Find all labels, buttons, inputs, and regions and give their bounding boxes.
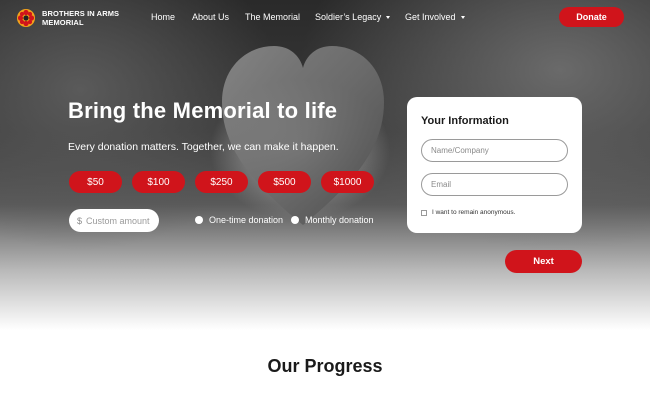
nav-memorial-label: The Memorial: [245, 12, 301, 22]
monthly-donation-label: Monthly donation: [305, 215, 374, 225]
email-input[interactable]: [431, 180, 561, 189]
currency-symbol: $: [77, 215, 83, 226]
information-card: Your Information I want to remain anonym…: [407, 97, 582, 233]
nav-soldiers-legacy[interactable]: Soldier’s Legacy: [315, 12, 391, 22]
amount-button-100[interactable]: $100: [132, 171, 185, 193]
one-time-donation-label: One-time donation: [209, 215, 284, 225]
checkbox-icon[interactable]: [421, 209, 427, 216]
donate-button[interactable]: Donate: [559, 7, 624, 27]
nav-home-label: Home: [151, 12, 176, 22]
amount-button-250[interactable]: $250: [195, 171, 248, 193]
heart-image: [222, 46, 384, 225]
name-company-input[interactable]: [431, 146, 561, 155]
hero-headline: Bring the Memorial to life: [68, 98, 338, 123]
card-title: Your Information: [421, 115, 509, 127]
next-button[interactable]: Next: [505, 250, 582, 273]
brand-name: BROTHERS IN ARMS MEMORIAL: [42, 9, 122, 27]
nav-home[interactable]: Home: [151, 12, 175, 22]
brand-logo[interactable]: BROTHERS IN ARMS MEMORIAL: [16, 8, 122, 28]
chevron-down-icon: [460, 15, 465, 19]
hero-subline: Every donation matters. Together, we can…: [68, 141, 339, 153]
amount-button-500[interactable]: $500: [258, 171, 311, 193]
custom-amount-field[interactable]: $: [69, 209, 159, 232]
poppy-icon: [17, 9, 35, 27]
nav-the-memorial[interactable]: The Memorial: [245, 12, 300, 22]
email-field[interactable]: [421, 173, 568, 196]
progress-heading: Our Progress: [267, 356, 383, 376]
custom-amount-input[interactable]: [86, 215, 157, 226]
chevron-down-icon: [386, 15, 391, 19]
nav-legacy-label: Soldier’s Legacy: [315, 12, 382, 22]
monthly-donation-option[interactable]: Monthly donation: [291, 215, 374, 225]
name-company-field[interactable]: [421, 139, 568, 162]
nav-get-involved[interactable]: Get Involved: [405, 12, 465, 22]
nav-about-label: About Us: [192, 12, 230, 22]
radio-icon[interactable]: [291, 216, 299, 224]
nav-about-us[interactable]: About Us: [192, 12, 229, 22]
amount-button-50[interactable]: $50: [69, 171, 122, 193]
brand-line-1: BROTHERS IN ARMS: [42, 9, 120, 18]
radio-icon[interactable]: [195, 216, 203, 224]
nav-involved-label: Get Involved: [405, 12, 456, 22]
anonymous-label: I want to remain anonymous.: [432, 209, 516, 216]
one-time-donation-option[interactable]: One-time donation: [195, 215, 283, 225]
brand-line-2: MEMORIAL: [42, 18, 84, 27]
anonymous-option[interactable]: I want to remain anonymous.: [421, 209, 515, 216]
amount-button-1000[interactable]: $1000: [321, 171, 374, 193]
